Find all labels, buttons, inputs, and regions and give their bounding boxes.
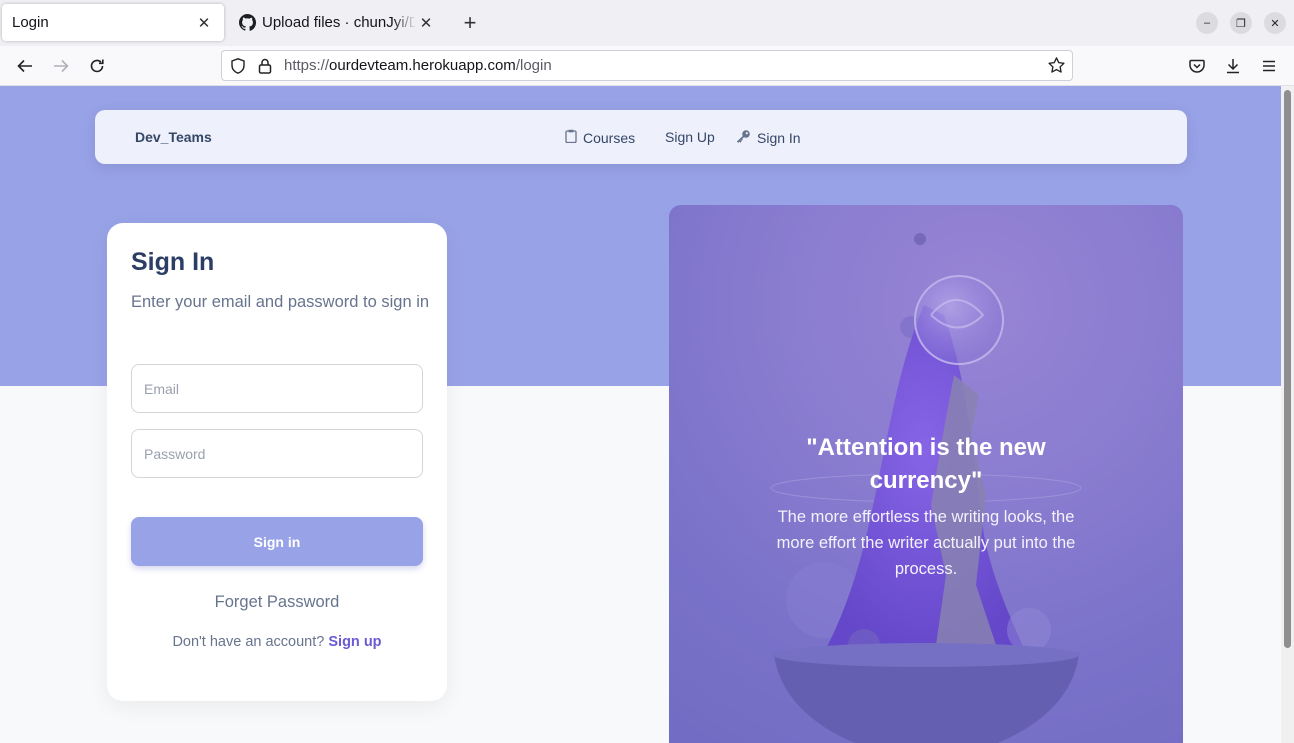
signin-button[interactable]: Sign in xyxy=(131,517,423,566)
signup-link[interactable]: Sign up xyxy=(328,634,381,650)
tab-title: Upload files · chunJyi/Dev xyxy=(262,14,416,31)
clipboard-icon xyxy=(565,129,577,146)
signin-title: Sign In xyxy=(131,248,215,276)
browser-tabbar: Login ✕ Upload files · chunJyi/Dev ✕ + –… xyxy=(0,0,1294,46)
github-icon xyxy=(238,14,256,32)
reload-icon[interactable] xyxy=(83,52,111,80)
site-navbar: Dev_Teams Courses Sign Up Sign In xyxy=(95,110,1187,164)
back-arrow-icon[interactable] xyxy=(11,52,39,80)
signin-card: Sign In Enter your email and password to… xyxy=(107,223,447,701)
scrollbar-thumb[interactable] xyxy=(1284,90,1291,648)
brand-logo-text[interactable]: Dev_Teams xyxy=(135,129,212,145)
menu-hamburger-icon[interactable] xyxy=(1255,52,1283,80)
url-path: /login xyxy=(515,57,552,74)
nav-signup-label: Sign Up xyxy=(665,129,715,145)
tab-login[interactable]: Login ✕ xyxy=(2,4,224,41)
restore-window-icon[interactable]: ❐ xyxy=(1230,12,1252,34)
promo-text: The more effortless the writing looks, t… xyxy=(776,508,1076,578)
bookmark-star-icon[interactable] xyxy=(1047,56,1066,80)
browser-toolbar: https://ourdevteam.herokuapp.com/login xyxy=(0,46,1294,86)
pocket-icon[interactable] xyxy=(1183,52,1211,80)
tab-upload-files[interactable]: Upload files · chunJyi/Dev ✕ xyxy=(228,4,446,41)
address-bar[interactable]: https://ourdevteam.herokuapp.com/login xyxy=(221,50,1073,81)
promo-illustration: "Attention is the new currency" The more… xyxy=(669,205,1183,743)
nav-courses-link[interactable]: Courses xyxy=(565,129,635,146)
signup-prompt: Don't have an account? Sign up xyxy=(107,634,447,650)
minimize-window-icon[interactable]: – xyxy=(1196,12,1218,34)
forget-password-link[interactable]: Forget Password xyxy=(107,593,447,612)
promo-quote: "Attention is the new currency" xyxy=(806,434,1046,494)
shield-icon[interactable] xyxy=(229,57,247,80)
url-host: ourdevteam.herokuapp.com xyxy=(329,57,516,74)
password-input[interactable] xyxy=(131,429,423,478)
no-account-text: Don't have an account? xyxy=(172,634,325,650)
close-window-icon[interactable]: ✕ xyxy=(1264,12,1286,34)
url-text[interactable]: https://ourdevteam.herokuapp.com/login xyxy=(284,57,552,74)
page-scrollbar[interactable] xyxy=(1281,86,1294,743)
close-tab-icon[interactable]: ✕ xyxy=(416,13,436,33)
tab-title: Login xyxy=(12,14,49,31)
page-viewport: Dev_Teams Courses Sign Up Sign In Sign I… xyxy=(0,86,1294,743)
nav-signin-link[interactable]: Sign In xyxy=(736,129,801,146)
downloads-icon[interactable] xyxy=(1219,52,1247,80)
lock-icon[interactable] xyxy=(257,57,273,80)
key-icon xyxy=(736,129,751,146)
url-scheme: https:// xyxy=(284,57,330,74)
signin-subtitle: Enter your email and password to sign in xyxy=(131,293,430,311)
nav-signin-label: Sign In xyxy=(757,129,801,146)
forward-arrow-icon[interactable] xyxy=(47,52,75,80)
nav-courses-label: Courses xyxy=(583,129,636,146)
email-input[interactable] xyxy=(131,364,423,413)
nav-signup-link[interactable]: Sign Up xyxy=(665,129,715,145)
close-tab-icon[interactable]: ✕ xyxy=(194,13,214,33)
new-tab-plus-icon[interactable]: + xyxy=(458,10,482,35)
